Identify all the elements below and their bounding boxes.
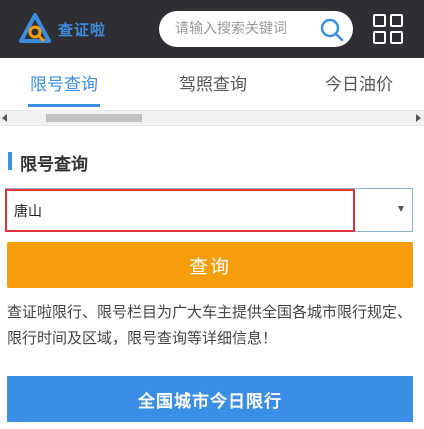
description-text: 查证啦限行、限号栏目为广大车主提供全国各城市限行规定、限行时间及区域，限号查询等… [7,303,413,347]
tab-bar: 限号查询 驾照查询 今日油价 [0,58,424,108]
tab-plate-restriction[interactable]: 限号查询 [30,70,98,95]
dropdown-arrow-icon [398,206,404,212]
search-input[interactable] [175,11,315,47]
city-select-value: 唐山 [14,204,42,220]
tab-oil-price[interactable]: 今日油价 [325,70,393,95]
top-header: 查证啦 [0,0,424,58]
city-select[interactable]: 唐山 [5,188,413,232]
search-icon[interactable] [319,17,345,43]
grid-menu-icon[interactable] [372,13,404,45]
all-cities-restriction-button[interactable]: 全国城市今日限行 [7,376,413,422]
section-accent-bar [8,152,12,170]
horizontal-scrollbar[interactable] [0,110,424,126]
active-tab-indicator [28,104,100,107]
scroll-left-arrow-icon[interactable] [2,114,7,122]
logo-icon [19,13,51,43]
tab-license-query[interactable]: 驾照查询 [179,70,247,95]
search-box [159,11,353,47]
section-title: 限号查询 [20,155,88,175]
logo-text: 查证啦 [58,20,107,39]
scroll-right-arrow-icon[interactable] [416,114,421,122]
scrollbar-thumb[interactable] [46,114,142,122]
query-button[interactable]: 查询 [7,242,413,288]
site-logo[interactable]: 查证啦 [18,12,106,46]
